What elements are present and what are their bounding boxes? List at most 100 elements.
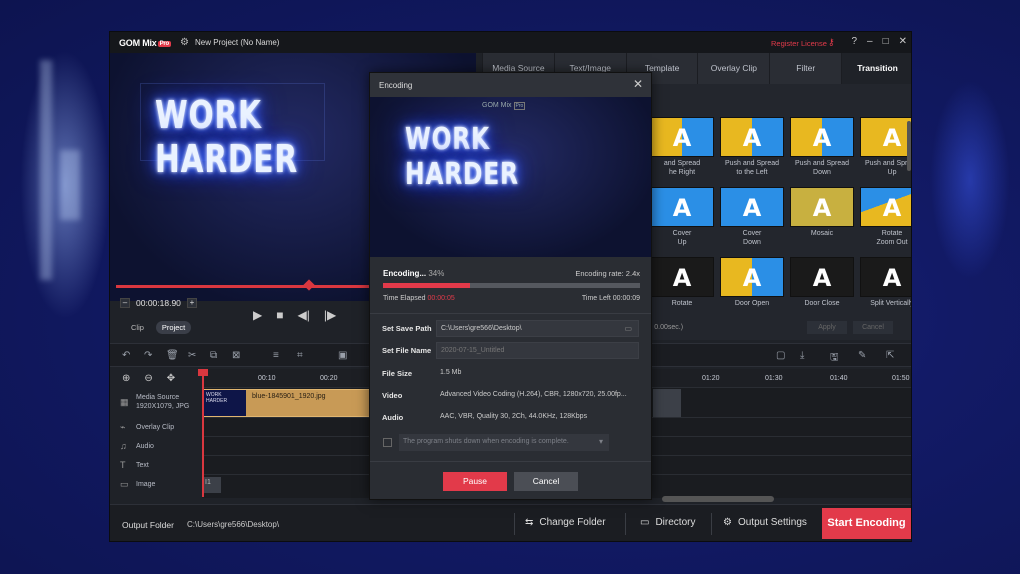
transition-item[interactable]: A Push and Spread to the Left (720, 117, 784, 181)
bottom-bar: Output Folder C:\Users\gre566\Desktop\ ⇆… (110, 504, 911, 541)
ruler-tick: 01:20 (702, 375, 720, 382)
music-icon: ♫ (120, 441, 127, 451)
next-frame-icon[interactable]: |▶ (324, 308, 336, 322)
register-license-link[interactable]: Register License (771, 39, 827, 48)
time-plus-button[interactable]: + (186, 298, 197, 308)
pause-button[interactable]: Pause (443, 472, 507, 491)
transition-letter: A (882, 194, 902, 222)
key-icon[interactable]: ⚷ (828, 37, 835, 48)
transition-item[interactable]: A Split Vertically (860, 257, 911, 321)
video-label: Video (382, 391, 403, 400)
zoom-in-icon[interactable]: ⊕ (122, 373, 130, 384)
media-clip[interactable]: WORK HARDER blue-1845901_1920.jpg (203, 389, 373, 417)
shutdown-dropdown[interactable]: The program shuts down when encoding is … (399, 434, 609, 451)
overlay-icon: ⌁ (120, 422, 126, 432)
folder-icon: ▭ (640, 517, 650, 528)
dialog-divider (370, 461, 651, 462)
change-folder-button[interactable]: ⇆ Change Folder (525, 517, 606, 528)
crop-icon[interactable]: ⌗ (297, 350, 303, 361)
transition-item[interactable]: A Push and Spread Down (790, 117, 854, 181)
export-icon[interactable]: ⇱ (886, 350, 894, 361)
project-name: New Project (No Name) (195, 38, 280, 47)
transition-label: and Spread he Right (663, 160, 701, 176)
delete-icon[interactable]: 🗑 (166, 350, 179, 361)
transition-item[interactable]: A Door Open (720, 257, 784, 321)
directory-button[interactable]: ▭ Directory (640, 517, 695, 528)
save-icon[interactable]: 🖫 (830, 350, 839, 367)
output-settings-button[interactable]: ⚙ Output Settings (723, 517, 807, 528)
dialog-divider (370, 313, 651, 314)
playhead[interactable] (202, 369, 204, 497)
transition-item[interactable]: A Cover Down (720, 187, 784, 251)
time-minus-button[interactable]: – (120, 298, 130, 308)
browse-folder-icon[interactable]: ▭ (624, 324, 632, 333)
tab-filter[interactable]: Filter (769, 53, 842, 84)
ruler-tick: 01:30 (765, 375, 783, 382)
gear-icon[interactable]: ⚙ (180, 37, 189, 48)
apply-button[interactable]: Apply (807, 321, 847, 334)
clip-thumbnail: WORK HARDER (204, 390, 246, 416)
dialog-close-icon[interactable]: ✕ (633, 77, 643, 91)
track-media-source: ▦ Media Source 1920X1079, JPG (120, 394, 190, 410)
time-left: Time Left 00:00:09 (581, 295, 640, 302)
fit-icon[interactable]: ✥ (167, 373, 175, 384)
seek-bar[interactable] (116, 285, 370, 288)
undo-icon[interactable]: ↶ (122, 350, 130, 361)
maximize-button[interactable]: □ (883, 36, 889, 47)
ruler-tick: 01:40 (830, 375, 848, 382)
transition-item[interactable]: A Cover Up (650, 187, 714, 251)
transition-thumbnail: A (720, 257, 784, 297)
remove-icon[interactable]: ⊠ (232, 350, 240, 361)
transition-item[interactable]: A Door Close (790, 257, 854, 321)
transition-letter: A (812, 124, 832, 152)
transition-item[interactable]: A Rotate Zoom Out (860, 187, 911, 251)
edit-icon[interactable]: ✎ (858, 350, 866, 361)
stop-icon[interactable]: ■ (276, 308, 283, 322)
transition-scrollbar[interactable] (907, 121, 911, 171)
separator (711, 513, 712, 535)
play-icon[interactable]: ▶ (253, 308, 262, 322)
transition-label: Cover Down (742, 230, 762, 246)
transition-thumbnail: A (860, 187, 911, 227)
cancel-transition-button[interactable]: Cancel (853, 321, 893, 334)
timeline-scrollbar[interactable] (662, 496, 774, 502)
encoding-dialog: Encoding ✕ GOM Mix Pro WORK HARDER Encod… (369, 72, 652, 500)
import-icon[interactable]: ⤓ (800, 350, 804, 361)
transition-label: Push and SpreadUp (864, 160, 911, 176)
image-clip[interactable]: I1 (203, 477, 221, 493)
transition-thumbnail: A (860, 257, 911, 297)
media-icon[interactable]: ▣ (338, 350, 347, 361)
transition-letter: A (672, 194, 692, 222)
transition-item[interactable]: A Rotate (650, 257, 714, 321)
separator (514, 513, 515, 535)
transition-item[interactable]: A Push and SpreadUp (860, 117, 911, 181)
media-clip-end[interactable] (653, 389, 681, 417)
copy-icon[interactable]: ⧉ (210, 350, 217, 361)
clip-tab[interactable]: Clip (125, 321, 150, 334)
separator (625, 513, 626, 535)
tab-overlay-clip[interactable]: Overlay Clip (697, 53, 770, 84)
cancel-button[interactable]: Cancel (514, 472, 578, 491)
transition-label: Rotate Zoom Out (876, 230, 908, 246)
transition-item[interactable]: Aand Spread he Right (650, 117, 714, 181)
project-tab[interactable]: Project (155, 321, 192, 334)
save-path-field[interactable]: C:\Users\gre566\Desktop\ ▭ (436, 320, 639, 337)
redo-icon[interactable]: ↷ (144, 350, 152, 361)
file-name-field[interactable]: 2020-07-15_Untitled (436, 342, 639, 359)
shutdown-checkbox[interactable] (383, 438, 392, 447)
start-encoding-button[interactable]: Start Encoding (822, 508, 911, 539)
adjust-icon[interactable]: ≡ (273, 350, 279, 361)
zoom-out-icon[interactable]: ⊖ (144, 373, 152, 384)
minimize-button[interactable]: – (867, 36, 873, 47)
new-icon[interactable]: ▢ (776, 350, 785, 361)
prev-frame-icon[interactable]: ◀| (297, 308, 309, 322)
tab-transition[interactable]: Transition (841, 53, 911, 84)
split-icon[interactable]: ✂ (188, 350, 196, 361)
transition-item[interactable]: A Mosaic (790, 187, 854, 251)
current-time: 00:00:18.90 (136, 298, 181, 308)
help-button[interactable]: ? (851, 36, 857, 47)
encoding-label: Encoding... (383, 269, 427, 278)
track-text: T Text (120, 460, 149, 470)
encoding-progress-bar (383, 283, 640, 288)
close-button[interactable]: ✕ (899, 36, 907, 47)
